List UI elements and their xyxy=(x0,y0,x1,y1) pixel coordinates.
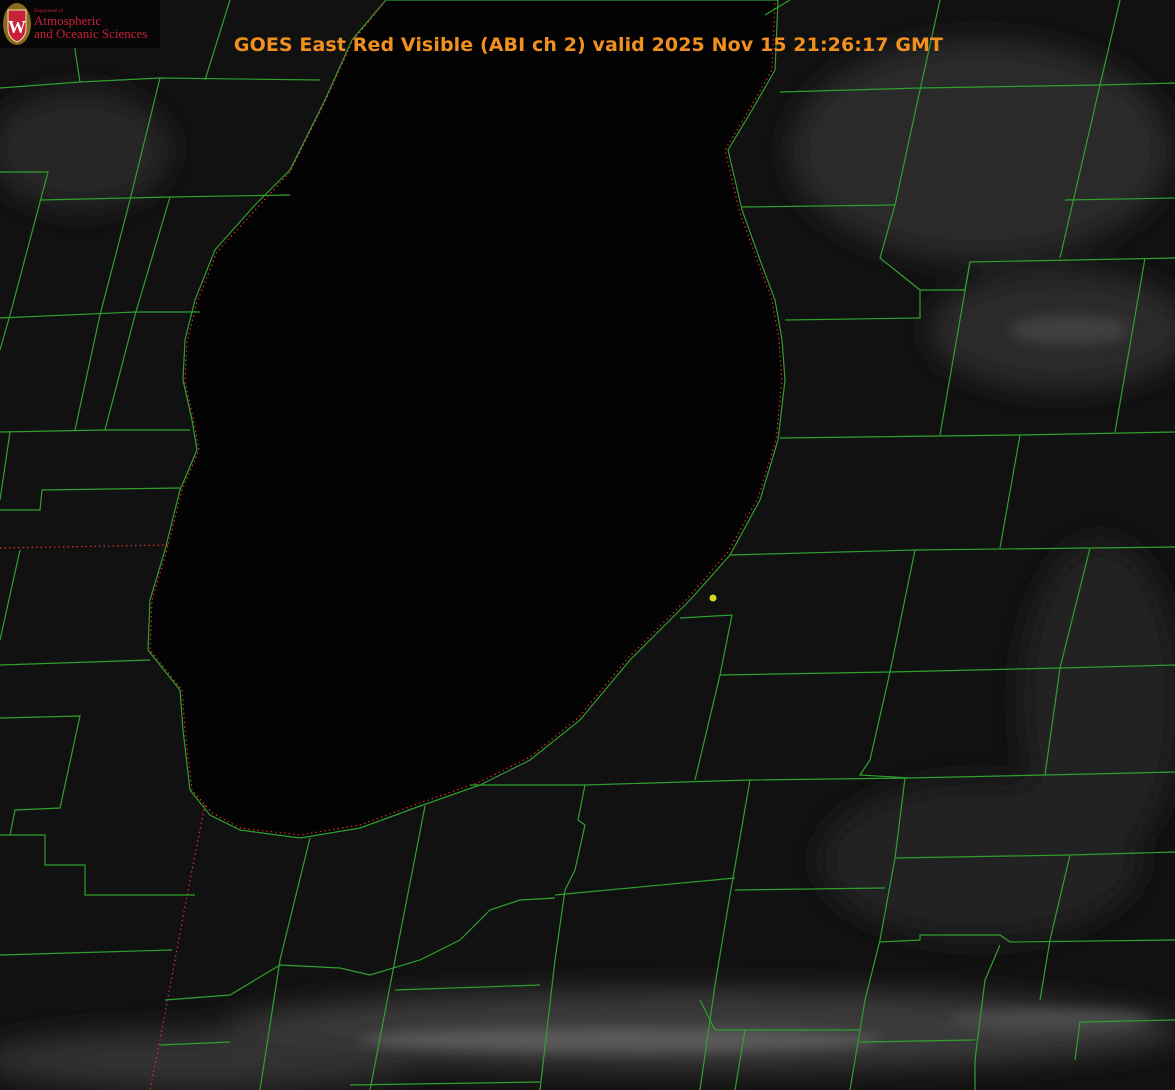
station-marker[interactable] xyxy=(709,594,717,602)
satellite-image-viewer: W Department of Atmospheric and Oceanic … xyxy=(0,0,1175,1090)
image-title: GOES East Red Visible (ABI ch 2) valid 2… xyxy=(233,34,944,56)
satellite-map xyxy=(0,0,1175,1090)
